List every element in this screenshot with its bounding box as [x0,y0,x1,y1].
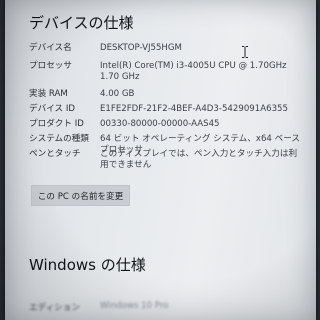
spec-value: Windows 10 Pro [100,301,169,311]
spec-label: デバイス名 [29,43,72,53]
spec-value: このディスプレイでは、ペン入力とタッチ入力は利用できません [100,149,298,170]
spec-label: ペンとタッチ [29,149,81,159]
spec-label: エディション [29,303,80,313]
spec-value: DESKTOP-VJ55HGM [100,43,182,53]
spec-value: 00330-80000-00000-AAS45 [100,119,220,129]
spec-label: 実装 RAM [29,89,68,99]
spec-label: プロダクト ID [29,119,84,129]
screen-frame: デバイスの仕様 デバイス名 DESKTOP-VJ55HGM プロセッサ Inte… [0,0,320,320]
spec-value: E1FE2FDF-21F2-4BEF-A4D3-5429091A6355 [100,104,288,114]
rename-pc-button[interactable]: この PC の名前を変更 [31,185,130,206]
spec-value: Intel(R) Core(TM) i3-4005U CPU @ 1.70GHz… [100,61,287,82]
spec-label: システムの種類 [29,134,89,144]
text-cursor-icon [242,46,248,58]
settings-about-panel: デバイスの仕様 デバイス名 DESKTOP-VJ55HGM プロセッサ Inte… [5,0,316,320]
spec-label: プロセッサ [29,61,72,71]
windows-spec-heading: Windows の仕様 [29,256,146,274]
device-spec-heading: デバイスの仕様 [29,14,134,32]
spec-value: 4.00 GB [100,89,135,99]
spec-label: デバイス ID [29,104,76,114]
